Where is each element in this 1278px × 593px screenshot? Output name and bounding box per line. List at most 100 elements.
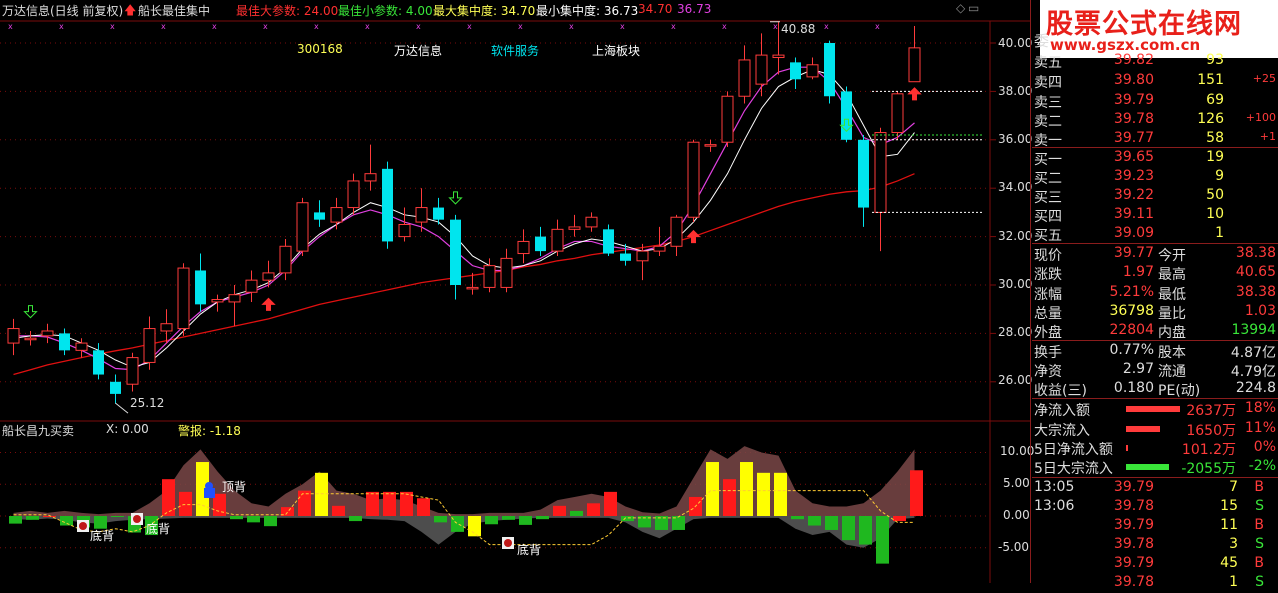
tick-side: B (1254, 555, 1264, 571)
y-tick: 28.00 (998, 325, 1033, 339)
separator-line (1032, 398, 1278, 399)
candle-body (398, 224, 411, 238)
indicator-bar (791, 516, 804, 520)
sell-price: 39.77 (1113, 130, 1154, 146)
sell-row: 卖二 39.78 126 +100 (1032, 111, 1278, 130)
candle-body (620, 253, 631, 261)
buy-row: 买二 39.23 9 (1032, 168, 1278, 187)
indicator-bar (60, 516, 73, 526)
quote-value: 5.21% (1109, 284, 1154, 300)
indicator-bar (655, 516, 668, 530)
flow-label: 5日净流入额 (1034, 442, 1113, 458)
buy-volume: 10 (1206, 206, 1224, 222)
flow-percent: 0% (1253, 439, 1276, 455)
quote-value: 40.65 (1235, 264, 1276, 280)
indicator-bar (859, 516, 872, 545)
indicator-bar (111, 516, 124, 517)
indicator-bar (247, 516, 260, 523)
flow-bar (1126, 445, 1128, 451)
candle-body (603, 229, 614, 254)
quote-label: 最低 (1158, 287, 1186, 303)
buy-volume: 19 (1206, 149, 1224, 165)
indicator-bar (842, 516, 855, 541)
flow-percent: -2% (1248, 458, 1276, 474)
candle-body (160, 323, 173, 332)
quote-value: 13994 (1231, 322, 1276, 338)
tick-row: 13:05 39.79 7 B (1032, 479, 1278, 498)
candle-body (347, 180, 360, 209)
indicator-bar (808, 516, 821, 526)
buy-arrow-icon (907, 87, 922, 101)
indicator-bar (825, 516, 838, 530)
indicator-bar (723, 479, 736, 516)
restore-icon[interactable]: ◇ (956, 1, 965, 15)
candle-body (93, 350, 104, 375)
quote-row: 涨跌 1.97 最高 40.65 (1032, 264, 1278, 283)
flow-value: 1650万 (1186, 423, 1236, 439)
buy-row: 买四 39.11 10 (1032, 206, 1278, 225)
quote-label: 外盘 (1034, 325, 1062, 341)
marker-cross: x (773, 22, 778, 31)
indicator-bar (417, 498, 430, 516)
sell-price: 39.79 (1113, 92, 1154, 108)
sell-change: +25 (1252, 72, 1276, 85)
candle-body (245, 279, 258, 293)
flow-bar (1126, 426, 1160, 432)
indicator-bar (621, 516, 634, 522)
quote-label: 内盘 (1158, 325, 1186, 341)
buy-price: 39.65 (1113, 149, 1154, 165)
indicator-bar (162, 479, 175, 516)
sub-y-tick: -5.00 (998, 540, 1030, 554)
candle-body (636, 250, 649, 262)
tick-time: 13:05 (1034, 479, 1075, 495)
sell-price: 39.78 (1113, 111, 1154, 127)
marker-cross: x (59, 22, 64, 31)
param-max: 最佳大参数: 24.00 (236, 4, 339, 18)
indicator-bar (910, 470, 923, 516)
bottom-divergence-label: 底背 (146, 522, 171, 536)
fund-label: 收益(三) (1034, 383, 1087, 399)
indicator-bar (587, 503, 600, 516)
candle-body (772, 54, 785, 59)
candle-body (824, 43, 835, 97)
tick-volume: 45 (1220, 555, 1238, 571)
indicator-bar (502, 516, 515, 520)
candle-body (211, 299, 224, 303)
buy-price: 39.09 (1113, 225, 1154, 241)
up-arrow-icon: 🡅 (124, 3, 137, 17)
indicator-bar (332, 505, 345, 516)
stock-region: 上海板块 (592, 44, 641, 58)
buy-level-label: 买三 (1034, 190, 1062, 206)
sell-volume: 93 (1206, 52, 1224, 68)
candle-body (262, 272, 275, 281)
candle-body (858, 139, 869, 208)
quote-label: 量比 (1158, 306, 1186, 322)
buy-price: 39.22 (1113, 187, 1154, 203)
marker-cross: x (416, 22, 421, 31)
candle-body (314, 212, 325, 220)
candle-body (75, 342, 88, 351)
indicator-bar (774, 472, 787, 516)
ma-mid-line (13, 66, 915, 371)
quote-row: 外盘 22804 内盘 13994 (1032, 322, 1278, 341)
buy-row: 买一 39.65 19 (1032, 149, 1278, 168)
collapse-icon[interactable]: ▭ (968, 1, 979, 15)
tick-row: 39.79 11 B (1032, 517, 1278, 536)
low-leader (115, 402, 129, 414)
candle-body (279, 245, 292, 274)
fund-label: 流通 (1158, 364, 1186, 380)
bottom-divergence-icon (79, 522, 87, 530)
y-tick: 34.00 (998, 180, 1033, 194)
quote-label: 涨跌 (1034, 267, 1062, 283)
kline-chart[interactable]: xxxxxxxxxxxxxxxxxx (0, 0, 1030, 583)
indicator-bar (553, 505, 566, 516)
candle-body (585, 216, 598, 228)
flow-label: 大宗流入 (1034, 423, 1090, 439)
sell-change: +1 (1259, 130, 1276, 143)
candle-body (483, 265, 496, 288)
top-divergence-label: 顶背 (222, 480, 247, 494)
tick-price: 39.78 (1113, 536, 1154, 552)
sell-volume: 58 (1206, 130, 1224, 146)
separator-line (1032, 243, 1278, 244)
bottom-divergence-label: 底背 (517, 543, 542, 557)
